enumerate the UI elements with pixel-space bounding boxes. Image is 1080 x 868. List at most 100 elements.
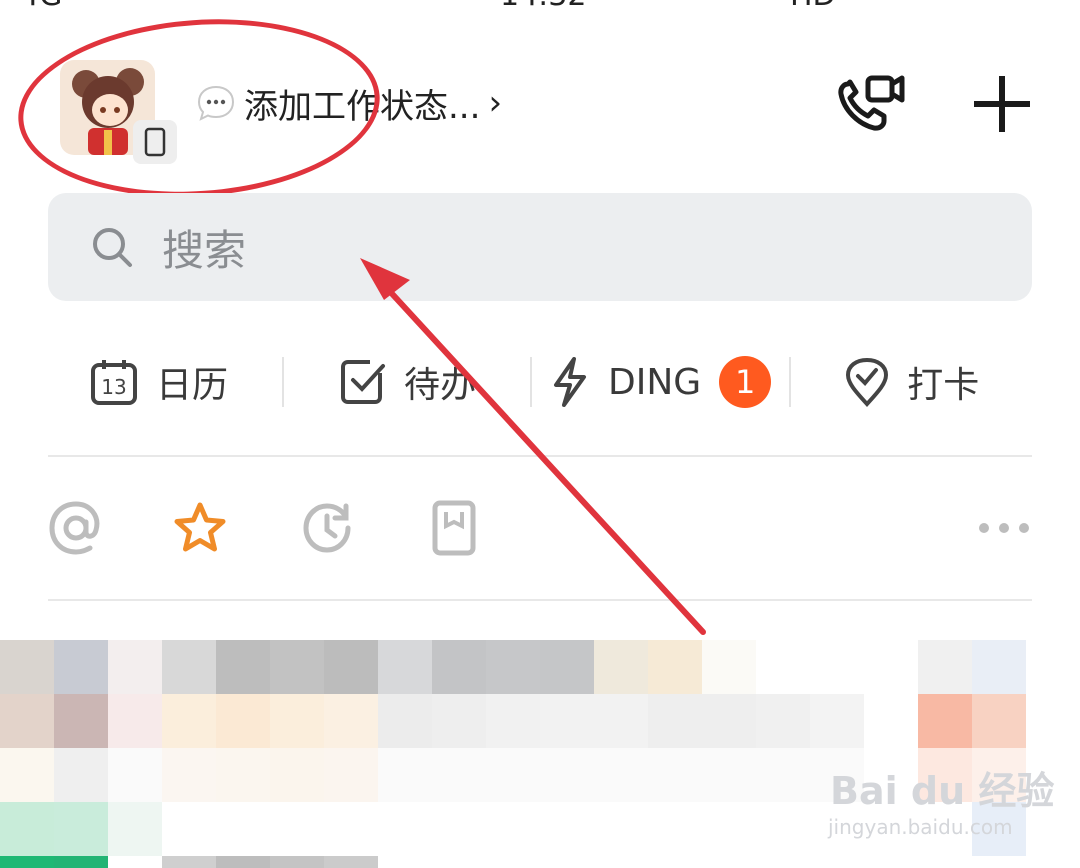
mosaic-block	[810, 694, 864, 748]
more-icon	[979, 523, 1029, 533]
mosaic-block	[756, 694, 810, 748]
mosaic-block	[594, 748, 648, 802]
mosaic-block	[108, 856, 162, 868]
mosaic-block	[486, 748, 540, 802]
mosaic-block	[162, 748, 216, 802]
mosaic-block	[702, 640, 756, 694]
mosaic-block	[108, 748, 162, 802]
mosaic-block	[54, 856, 108, 868]
video-call-icon	[838, 75, 905, 131]
clock-icon	[303, 503, 351, 553]
mosaic-block	[324, 640, 378, 694]
mosaic-block	[216, 640, 270, 694]
mosaic-block	[162, 802, 216, 856]
add-button[interactable]	[966, 68, 1038, 140]
quick-action-todo[interactable]: 待办	[340, 340, 476, 424]
mosaic-block	[540, 856, 594, 868]
mosaic-block	[810, 640, 864, 694]
mosaic-block	[756, 802, 810, 856]
work-status-link[interactable]: 添加工作状态... ›	[196, 78, 502, 128]
mosaic-block	[0, 640, 54, 694]
mosaic-block	[162, 856, 216, 868]
mosaic-block	[108, 640, 162, 694]
mosaic-block	[702, 748, 756, 802]
tab-cards[interactable]	[432, 500, 476, 560]
mosaic-block	[594, 694, 648, 748]
mosaic-block	[864, 694, 918, 748]
mosaic-block	[702, 802, 756, 856]
mosaic-block	[378, 694, 432, 748]
mosaic-block	[0, 748, 54, 802]
work-status-label: 添加工作状态...	[244, 86, 481, 127]
mosaic-block	[432, 748, 486, 802]
mosaic-block	[1026, 640, 1080, 694]
mosaic-block	[378, 748, 432, 802]
quick-action-checkin[interactable]: 打卡	[845, 340, 979, 424]
more-button[interactable]	[978, 518, 1030, 542]
card-icon	[432, 500, 476, 556]
mosaic-block	[162, 694, 216, 748]
tab-recent[interactable]	[302, 500, 354, 560]
mosaic-block	[432, 802, 486, 856]
video-call-button[interactable]	[830, 68, 910, 140]
divider-line	[48, 455, 1032, 457]
mosaic-block	[594, 856, 648, 868]
mosaic-block	[108, 802, 162, 856]
mosaic-block	[54, 640, 108, 694]
watermark-brand: Bai du 经验	[830, 769, 1055, 813]
mosaic-block	[1026, 694, 1080, 748]
mosaic-block	[486, 694, 540, 748]
tab-starred[interactable]	[172, 500, 228, 560]
baidu-watermark: Bai du 经验	[830, 760, 1054, 815]
mosaic-block	[702, 694, 756, 748]
divider	[789, 357, 792, 407]
phone-device-icon	[133, 120, 177, 164]
network-indicator: 4G	[20, 0, 62, 13]
mosaic-block	[486, 640, 540, 694]
mosaic-block	[108, 694, 162, 748]
quick-action-label: 打卡	[907, 365, 980, 406]
mosaic-block	[324, 802, 378, 856]
mosaic-block	[324, 748, 378, 802]
search-bar[interactable]: 搜索	[48, 193, 1032, 301]
mosaic-block	[54, 694, 108, 748]
plus-icon	[974, 76, 1030, 132]
status-bar: 4G 14:32 HD	[0, 0, 1080, 13]
quick-action-label: 待办	[404, 365, 477, 406]
mosaic-block	[864, 856, 918, 868]
mosaic-block	[432, 640, 486, 694]
quick-action-calendar[interactable]: 13 日历	[90, 340, 228, 424]
notification-badge: 1	[719, 356, 772, 408]
mosaic-block	[594, 640, 648, 694]
mosaic-block	[378, 640, 432, 694]
mosaic-block	[756, 640, 810, 694]
mosaic-block	[594, 802, 648, 856]
mosaic-block	[324, 856, 378, 868]
clock: 14:32	[500, 0, 586, 13]
mosaic-block	[648, 694, 702, 748]
divider	[282, 357, 285, 407]
star-icon	[174, 502, 226, 552]
mosaic-block	[216, 748, 270, 802]
location-check-icon	[846, 357, 889, 407]
mosaic-block	[648, 856, 702, 868]
header: 添加工作状态... ›	[0, 40, 1080, 170]
search-placeholder: 搜索	[162, 225, 247, 275]
calendar-icon: 13	[91, 360, 137, 405]
mosaic-block	[918, 856, 972, 868]
mosaic-block	[648, 748, 702, 802]
at-icon	[49, 501, 100, 555]
mosaic-block	[972, 694, 1026, 748]
mosaic-block	[972, 640, 1026, 694]
mosaic-block	[270, 694, 324, 748]
mosaic-block	[432, 856, 486, 868]
tab-mentions[interactable]	[48, 500, 104, 560]
mosaic-block	[270, 640, 324, 694]
mosaic-block	[0, 856, 54, 868]
mosaic-block	[1026, 856, 1080, 868]
quick-action-ding[interactable]: DING 1	[550, 340, 772, 424]
mosaic-block	[54, 748, 108, 802]
mosaic-block	[216, 694, 270, 748]
quick-action-label: DING	[608, 361, 702, 403]
mosaic-block	[0, 694, 54, 748]
